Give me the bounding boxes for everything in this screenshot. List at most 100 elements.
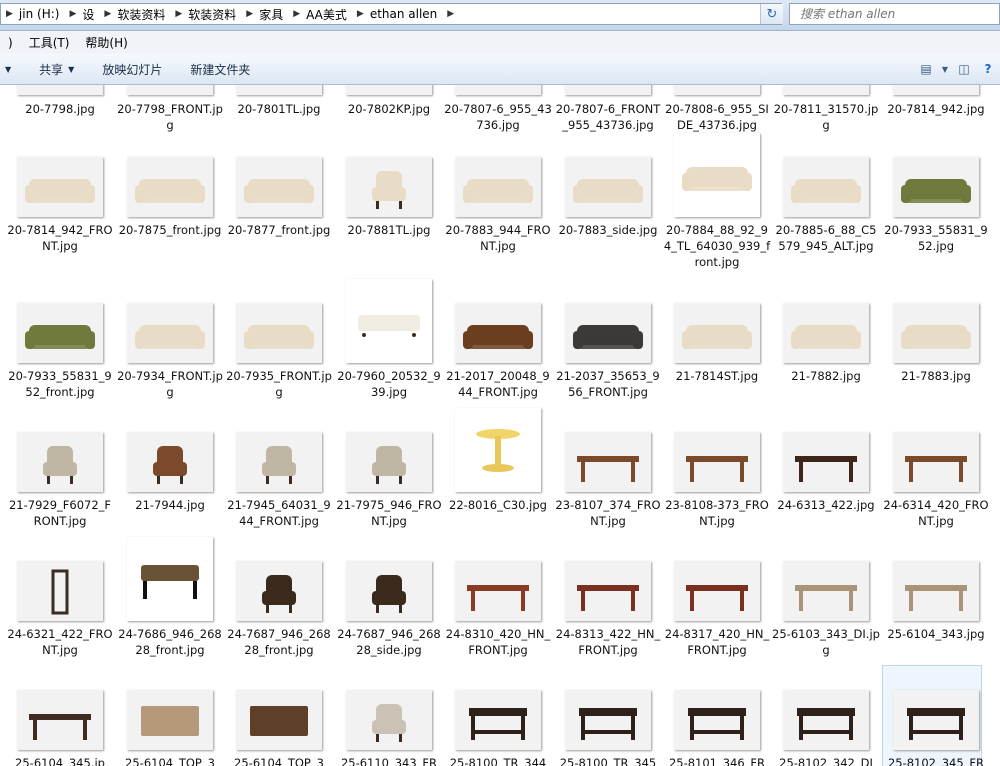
breadcrumb[interactable]: ▶ jin (H:) ▶ 设 ▶ 软装资料 ▶ 软装资料 ▶ 家具 ▶ AA美式 ▶ etha… xyxy=(0,3,782,25)
menu-item-help[interactable]: 帮助(H) xyxy=(77,34,135,51)
file-name: 20-7935_FRONT.jpg xyxy=(226,369,332,399)
thumbnail-image[interactable] xyxy=(127,157,213,217)
thumbnail-image[interactable] xyxy=(346,690,432,750)
thumbnail-image[interactable] xyxy=(674,85,760,95)
breadcrumb-item[interactable]: ▶ 家具 xyxy=(241,4,288,24)
help-icon[interactable]: ? xyxy=(976,59,1000,79)
thumbnail-image[interactable] xyxy=(674,133,760,217)
breadcrumb-item[interactable]: ▶ xyxy=(442,4,465,24)
chevron-down-icon[interactable]: ▼ xyxy=(938,59,952,79)
file-name: 21-7944.jpg xyxy=(135,498,205,512)
thumbnail-image[interactable] xyxy=(783,690,869,750)
file-name: 23-8108-373_FRONT.jpg xyxy=(665,498,769,528)
thumbnail-image[interactable] xyxy=(17,157,103,217)
thumbnail-image[interactable] xyxy=(455,157,541,217)
breadcrumb-label: jin (H:) xyxy=(18,7,60,21)
thumbnail-image[interactable] xyxy=(455,408,541,492)
file-name: 25-6104_TOP_3 xyxy=(125,756,215,766)
menu-bar: ) 工具(T) 帮助(H) xyxy=(0,31,1000,54)
file-grid[interactable]: 20-7798.jpg 20-7798_FRONT.jpg 20-7801TL.jp… xyxy=(0,85,1000,766)
file-name: 20-7807-6_FRONT_955_43736.jpg xyxy=(555,102,661,132)
breadcrumb-label: ethan allen xyxy=(369,7,438,21)
thumbnail-image[interactable] xyxy=(674,690,760,750)
file-name: 25-6104_TOP_3 xyxy=(234,756,324,766)
thumbnail-image[interactable] xyxy=(127,537,213,621)
menu-item-edge[interactable]: ) xyxy=(0,36,21,50)
slideshow-button[interactable]: 放映幻灯片 xyxy=(88,61,176,78)
share-button[interactable]: 共享 ▼ xyxy=(25,61,88,78)
new-folder-button[interactable]: 新建文件夹 xyxy=(176,61,264,78)
search-box[interactable] xyxy=(789,3,1000,25)
thumbnail-image[interactable] xyxy=(127,690,213,750)
breadcrumb-item[interactable]: ▶ AA美式 xyxy=(288,4,352,24)
file-name: 20-7934_FRONT.jpg xyxy=(117,369,223,399)
thumbnail-image[interactable] xyxy=(565,85,651,95)
thumbnail-image[interactable] xyxy=(674,561,760,621)
view-options-icon[interactable]: ▤ xyxy=(914,59,938,79)
thumbnail-image[interactable] xyxy=(127,85,213,95)
thumbnail-image[interactable] xyxy=(783,85,869,95)
thumbnail-image[interactable] xyxy=(565,157,651,217)
thumbnail-image[interactable] xyxy=(127,303,213,363)
thumbnail-image[interactable] xyxy=(565,690,651,750)
file-name: 20-7811_31570.jpg xyxy=(773,102,879,132)
thumbnail-image[interactable] xyxy=(455,303,541,363)
thumbnail-image[interactable] xyxy=(565,303,651,363)
thumbnail-image[interactable] xyxy=(236,85,322,95)
refresh-button[interactable]: ↻ xyxy=(760,4,783,24)
chevron-right-icon: ▶ xyxy=(104,9,112,19)
thumbnail-image[interactable] xyxy=(346,85,432,95)
thumbnail-image[interactable] xyxy=(893,85,979,95)
file-name: 24-6314_420_FRONT.jpg xyxy=(883,498,989,528)
file-name: 20-7802KP.jpg xyxy=(347,102,431,116)
file-name: 20-7885-6_88_C5579_945_ALT.jpg xyxy=(775,223,877,253)
thumbnail-image[interactable] xyxy=(893,432,979,492)
thumbnail-image[interactable] xyxy=(893,157,979,217)
thumbnail-image[interactable] xyxy=(455,561,541,621)
file-name: 24-8313_422_HN_FRONT.jpg xyxy=(555,627,661,657)
thumbnail-image[interactable] xyxy=(783,303,869,363)
command-bar: ▼ 共享 ▼ 放映幻灯片 新建文件夹 ▤ ▼ ◫ ? xyxy=(0,54,1000,85)
thumbnail-image[interactable] xyxy=(17,561,103,621)
thumbnail-image[interactable] xyxy=(783,157,869,217)
search-input[interactable] xyxy=(798,6,999,22)
breadcrumb-item[interactable]: ▶ ethan allen xyxy=(352,4,442,24)
thumbnail-image[interactable] xyxy=(346,279,432,363)
thumbnail-image[interactable] xyxy=(674,432,760,492)
file-name: 20-7960_20532_939.jpg xyxy=(337,369,441,399)
thumbnail-image[interactable] xyxy=(893,690,979,750)
thumbnail-image[interactable] xyxy=(236,561,322,621)
menu-item-tools[interactable]: 工具(T) xyxy=(21,34,78,51)
thumbnail-image[interactable] xyxy=(17,432,103,492)
breadcrumb-label: 家具 xyxy=(259,7,284,22)
thumbnail-image[interactable] xyxy=(127,432,213,492)
breadcrumb-item[interactable]: ▶ jin (H:) xyxy=(1,4,64,24)
chevron-down-icon[interactable]: ▼ xyxy=(0,65,25,74)
thumbnail-image[interactable] xyxy=(565,561,651,621)
breadcrumb-label: 软装资料 xyxy=(188,7,237,22)
thumbnail-image[interactable] xyxy=(565,432,651,492)
thumbnail-image[interactable] xyxy=(455,85,541,95)
thumbnail-image[interactable] xyxy=(674,303,760,363)
breadcrumb-item[interactable]: ▶ 软装资料 xyxy=(99,4,170,24)
file-name: 21-2017_20048_944_FRONT.jpg xyxy=(446,369,550,399)
thumbnail-image[interactable] xyxy=(17,85,103,95)
thumbnail-image[interactable] xyxy=(783,561,869,621)
thumbnail-image[interactable] xyxy=(17,690,103,750)
preview-pane-icon[interactable]: ◫ xyxy=(952,59,976,79)
breadcrumb-item[interactable]: ▶ 软装资料 xyxy=(170,4,241,24)
thumbnail-image[interactable] xyxy=(17,303,103,363)
thumbnail-image[interactable] xyxy=(236,690,322,750)
thumbnail-image[interactable] xyxy=(346,157,432,217)
thumbnail-image[interactable] xyxy=(893,303,979,363)
thumbnail-image[interactable] xyxy=(236,432,322,492)
thumbnail-image[interactable] xyxy=(236,303,322,363)
thumbnail-image[interactable] xyxy=(455,690,541,750)
file-name: 20-7884_88_92_94_TL_64030_939_front.jpg xyxy=(663,223,771,269)
thumbnail-image[interactable] xyxy=(346,432,432,492)
breadcrumb-item[interactable]: ▶ 设 xyxy=(64,4,99,24)
thumbnail-image[interactable] xyxy=(783,432,869,492)
thumbnail-image[interactable] xyxy=(236,157,322,217)
thumbnail-image[interactable] xyxy=(893,561,979,621)
thumbnail-image[interactable] xyxy=(346,561,432,621)
